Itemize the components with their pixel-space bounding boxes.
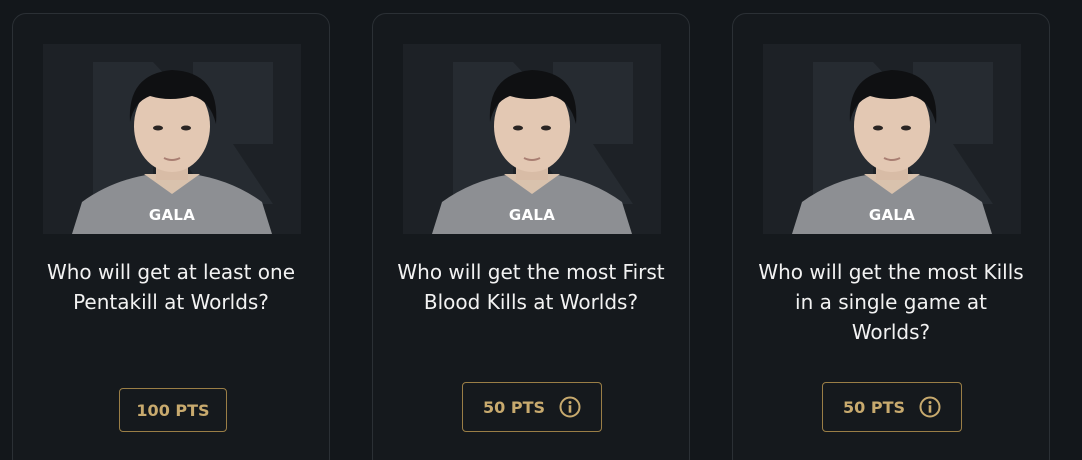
points-label: 50 PTS (843, 397, 905, 417)
prediction-question: Who will get at least one Pentakill at W… (46, 260, 296, 314)
points-badge[interactable]: 50 PTS (462, 382, 602, 432)
prediction-card[interactable]: GALA Who will get the most Kills in a si… (732, 13, 1050, 460)
player-name: GALA (148, 206, 196, 224)
info-icon[interactable] (559, 396, 581, 418)
player-portrait: GALA (403, 44, 661, 234)
prediction-question: Who will get the most First Blood Kills … (397, 260, 665, 314)
prediction-question: Who will get the most Kills in a single … (758, 260, 1024, 344)
points-label: 100 PTS (136, 400, 210, 420)
prediction-cards: GALA Who will get at least one Pentakill… (0, 0, 1082, 460)
points-label: 50 PTS (483, 397, 545, 417)
player-name: GALA (868, 206, 916, 224)
points-badge[interactable]: 100 PTS (119, 388, 227, 432)
player-portrait: GALA (763, 44, 1021, 234)
player-portrait: GALA (43, 44, 301, 234)
info-icon[interactable] (919, 396, 941, 418)
player-name: GALA (508, 206, 556, 224)
prediction-card[interactable]: GALA Who will get at least one Pentakill… (12, 13, 330, 460)
points-badge[interactable]: 50 PTS (822, 382, 962, 432)
prediction-card[interactable]: GALA Who will get the most First Blood K… (372, 13, 690, 460)
